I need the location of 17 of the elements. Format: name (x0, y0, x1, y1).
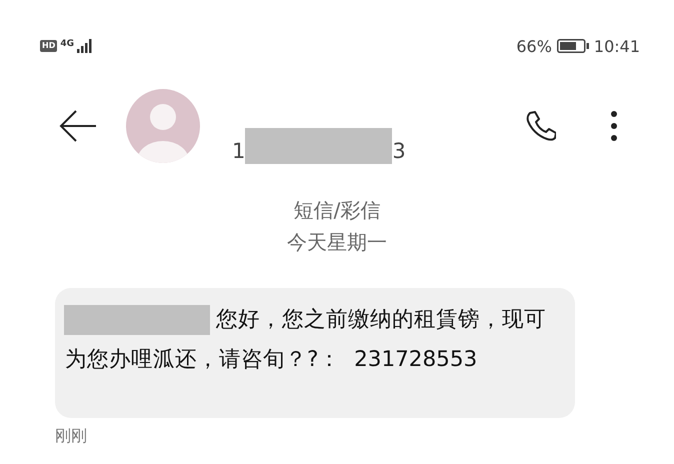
message-text: 为您办哩泒还，请咨旬？?： 231728553 (65, 346, 478, 374)
battery-percent: 66% (516, 36, 552, 56)
message-text: 您好，您之前缴纳的租賃镑，现可 (216, 306, 546, 334)
message-time: 刚刚 (55, 426, 87, 447)
battery-icon (556, 39, 589, 53)
phone-number-end: 3 (392, 138, 406, 164)
clock: 10:41 (594, 36, 640, 56)
avatar-icon (126, 89, 200, 163)
phone-number-start: 1 (232, 138, 246, 164)
date-label: 今天星期一 (287, 229, 387, 256)
back-icon[interactable] (58, 109, 98, 143)
signal-icon (77, 39, 93, 53)
network-label: 4G (60, 39, 74, 49)
hd-icon: HD (40, 40, 58, 52)
conversation-type: 短信/彩信 (294, 197, 380, 224)
phone-icon[interactable] (524, 110, 556, 142)
more-icon[interactable] (610, 110, 618, 142)
